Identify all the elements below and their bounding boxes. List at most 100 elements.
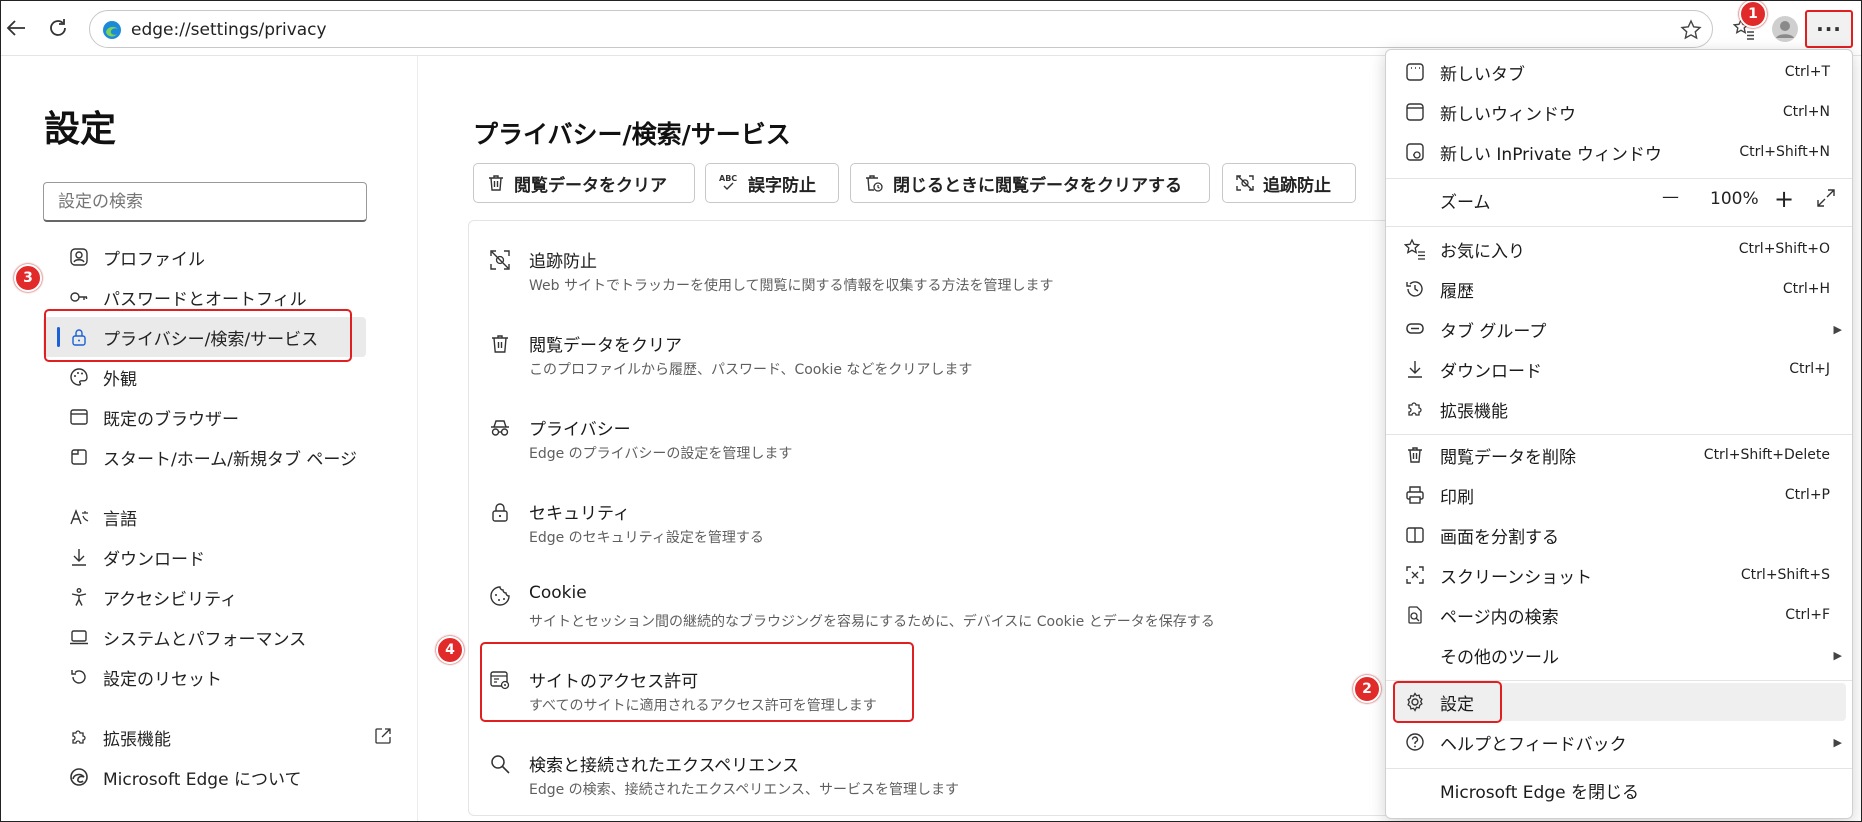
row-security[interactable]: セキュリティ Edge のセキュリティ設定を管理する xyxy=(487,493,1447,557)
sidebar-item-about[interactable]: Microsoft Edge について xyxy=(43,757,366,797)
tracking-icon xyxy=(1235,173,1255,193)
row-subtitle: Edge のプライバシーの設定を管理します xyxy=(529,446,793,462)
fullscreen-button[interactable] xyxy=(1816,188,1836,208)
chip-clear-browsing-data[interactable]: 閲覧データをクリア xyxy=(473,163,695,203)
back-button[interactable] xyxy=(0,12,32,44)
menu-label: 閲覧データを削除 xyxy=(1440,447,1576,468)
menu-item-downloads[interactable]: ダウンロード Ctrl+J xyxy=(1394,350,1846,388)
browser-window-icon xyxy=(67,405,91,429)
settings-and-more-button[interactable]: ··· xyxy=(1805,10,1853,48)
menu-item-tab-groups[interactable]: タブ グループ ▶ xyxy=(1394,310,1846,348)
chip-typo-protection[interactable]: ABC 誤字防止 xyxy=(705,163,839,203)
cookie-icon xyxy=(487,583,513,609)
profile-button[interactable] xyxy=(1768,12,1802,46)
menu-label: 新しい InPrivate ウィンドウ xyxy=(1440,144,1662,165)
sidebar-item-label: 外観 xyxy=(103,369,137,390)
refresh-button[interactable] xyxy=(42,12,74,44)
menu-item-new-tab[interactable]: 新しいタブ Ctrl+T xyxy=(1394,53,1846,91)
address-bar[interactable]: edge://settings/privacy xyxy=(89,10,1713,48)
sidebar-item-start-home[interactable]: スタート/ホーム/新規タブ ページ xyxy=(43,437,366,477)
privacy-settings-card: 追跡防止 Web サイトでトラッカーを使用して閲覧に関する情報を収集する方法を管… xyxy=(468,220,1478,816)
help-icon xyxy=(1404,731,1426,753)
row-title: 閲覧データをクリア xyxy=(529,336,682,356)
lock-icon xyxy=(67,325,91,349)
submenu-arrow-icon: ▶ xyxy=(1833,648,1842,662)
menu-item-new-window[interactable]: 新しいウィンドウ Ctrl+N xyxy=(1394,93,1846,131)
submenu-arrow-icon: ▶ xyxy=(1833,322,1842,336)
sidebar-item-label: パスワードとオートフィル xyxy=(103,289,307,310)
favorite-star-icon[interactable] xyxy=(1680,19,1702,41)
row-clear-browsing-data[interactable]: 閲覧データをクリア このプロファイルから履歴、パスワード、Cookie などをク… xyxy=(487,325,1447,389)
chip-tracking-prevention[interactable]: 追跡防止 xyxy=(1222,163,1356,203)
row-subtitle: サイトとセッション間の継続的なブラウジングを容易にするために、デバイスに Coo… xyxy=(529,614,1215,630)
sidebar-item-label: 拡張機能 xyxy=(103,729,171,750)
trash-icon xyxy=(486,173,506,193)
zoom-out-button[interactable]: — xyxy=(1662,187,1679,207)
menu-item-screenshot[interactable]: スクリーンショット Ctrl+Shift+S xyxy=(1394,556,1846,594)
menu-item-new-inprivate[interactable]: 新しい InPrivate ウィンドウ Ctrl+Shift+N xyxy=(1394,133,1846,171)
sidebar-item-privacy[interactable]: プライバシー/検索/サービス xyxy=(43,317,366,357)
sidebar-item-reset[interactable]: 設定のリセット xyxy=(43,657,366,697)
sidebar-item-profile[interactable]: プロファイル xyxy=(43,237,366,277)
row-tracking-prevention[interactable]: 追跡防止 Web サイトでトラッカーを使用して閲覧に関する情報を収集する方法を管… xyxy=(487,241,1447,305)
menu-separator xyxy=(1386,768,1852,769)
new-tab-icon xyxy=(1404,61,1426,83)
menu-shortcut: Ctrl+N xyxy=(1782,104,1830,120)
sidebar-item-appearance[interactable]: 外観 xyxy=(43,357,366,397)
favorites-icon xyxy=(1404,238,1426,260)
menu-shortcut: Ctrl+F xyxy=(1785,607,1830,623)
puzzle-icon xyxy=(1404,398,1426,420)
menu-item-more-tools[interactable]: その他のツール ▶ xyxy=(1394,636,1846,674)
row-subtitle: このプロファイルから履歴、パスワード、Cookie などをクリアします xyxy=(529,362,973,378)
menu-label: ページ内の検索 xyxy=(1440,607,1559,628)
annotation-badge-1: 1 xyxy=(1739,0,1767,28)
external-link-icon xyxy=(375,728,391,744)
row-search-services[interactable]: 検索と接続されたエクスペリエンス Edge の検索、接続されたエクスペリエンス、… xyxy=(487,745,1447,809)
row-title: サイトのアクセス許可 xyxy=(529,672,699,692)
menu-label: 画面を分割する xyxy=(1440,527,1559,548)
row-subtitle: Edge の検索、接続されたエクスペリエンス、サービスを管理します xyxy=(529,782,960,798)
download-icon xyxy=(1404,358,1426,380)
accessibility-icon xyxy=(67,585,91,609)
incognito-icon xyxy=(487,415,513,441)
sidebar-item-system[interactable]: システムとパフォーマンス xyxy=(43,617,366,657)
menu-label: タブ グループ xyxy=(1440,321,1547,342)
sidebar-item-downloads[interactable]: ダウンロード xyxy=(43,537,366,577)
edge-logo-icon xyxy=(103,21,121,39)
sidebar-item-label: 言語 xyxy=(103,509,137,530)
menu-label: ズーム xyxy=(1440,192,1491,213)
menu-label: 設定 xyxy=(1440,694,1474,715)
sidebar-item-accessibility[interactable]: アクセシビリティ xyxy=(43,577,366,617)
menu-item-settings[interactable]: 設定 xyxy=(1394,683,1846,721)
back-arrow-icon xyxy=(6,20,25,36)
active-indicator xyxy=(57,327,60,347)
menu-item-favorites[interactable]: お気に入り Ctrl+Shift+O xyxy=(1394,230,1846,268)
sidebar-item-label: Microsoft Edge について xyxy=(103,769,302,790)
trash-icon xyxy=(1404,444,1426,466)
menu-item-help-feedback[interactable]: ヘルプとフィードバック ▶ xyxy=(1394,723,1846,761)
zoom-in-button[interactable]: + xyxy=(1774,185,1794,213)
language-icon xyxy=(67,505,91,529)
row-site-permissions[interactable]: サイトのアクセス許可 すべてのサイトに適用されるアクセス許可を管理します xyxy=(487,661,1447,725)
url-text: edge://settings/privacy xyxy=(131,20,327,40)
settings-search-input[interactable] xyxy=(43,182,367,222)
sidebar-item-languages[interactable]: 言語 xyxy=(43,497,366,537)
row-cookie[interactable]: Cookie サイトとセッション間の継続的なブラウジングを容易にするために、デバ… xyxy=(487,577,1447,641)
menu-item-find-on-page[interactable]: ページ内の検索 Ctrl+F xyxy=(1394,596,1846,634)
settings-title: 設定 xyxy=(44,109,117,150)
menu-item-print[interactable]: 印刷 Ctrl+P xyxy=(1394,476,1846,514)
home-page-icon xyxy=(67,445,91,469)
sidebar-item-default-browser[interactable]: 既定のブラウザー xyxy=(43,397,366,437)
menu-item-close-edge[interactable]: Microsoft Edge を閉じる xyxy=(1394,771,1846,809)
row-subtitle: すべてのサイトに適用されるアクセス許可を管理します xyxy=(529,698,877,714)
row-privacy[interactable]: プライバシー Edge のプライバシーの設定を管理します xyxy=(487,409,1447,473)
chip-clear-on-close[interactable]: 閉じるときに閲覧データをクリアする xyxy=(850,163,1210,203)
menu-item-history[interactable]: 履歴 Ctrl+H xyxy=(1394,270,1846,308)
sidebar-item-passwords[interactable]: パスワードとオートフィル xyxy=(43,277,366,317)
row-title: 検索と接続されたエクスペリエンス xyxy=(529,756,799,776)
sidebar-item-extensions[interactable]: 拡張機能 xyxy=(43,717,391,757)
menu-item-split-screen[interactable]: 画面を分割する xyxy=(1394,516,1846,554)
menu-item-extensions[interactable]: 拡張機能 xyxy=(1394,390,1846,428)
menu-item-delete-browsing-data[interactable]: 閲覧データを削除 Ctrl+Shift+Delete xyxy=(1394,436,1846,474)
menu-shortcut: Ctrl+P xyxy=(1784,487,1830,503)
